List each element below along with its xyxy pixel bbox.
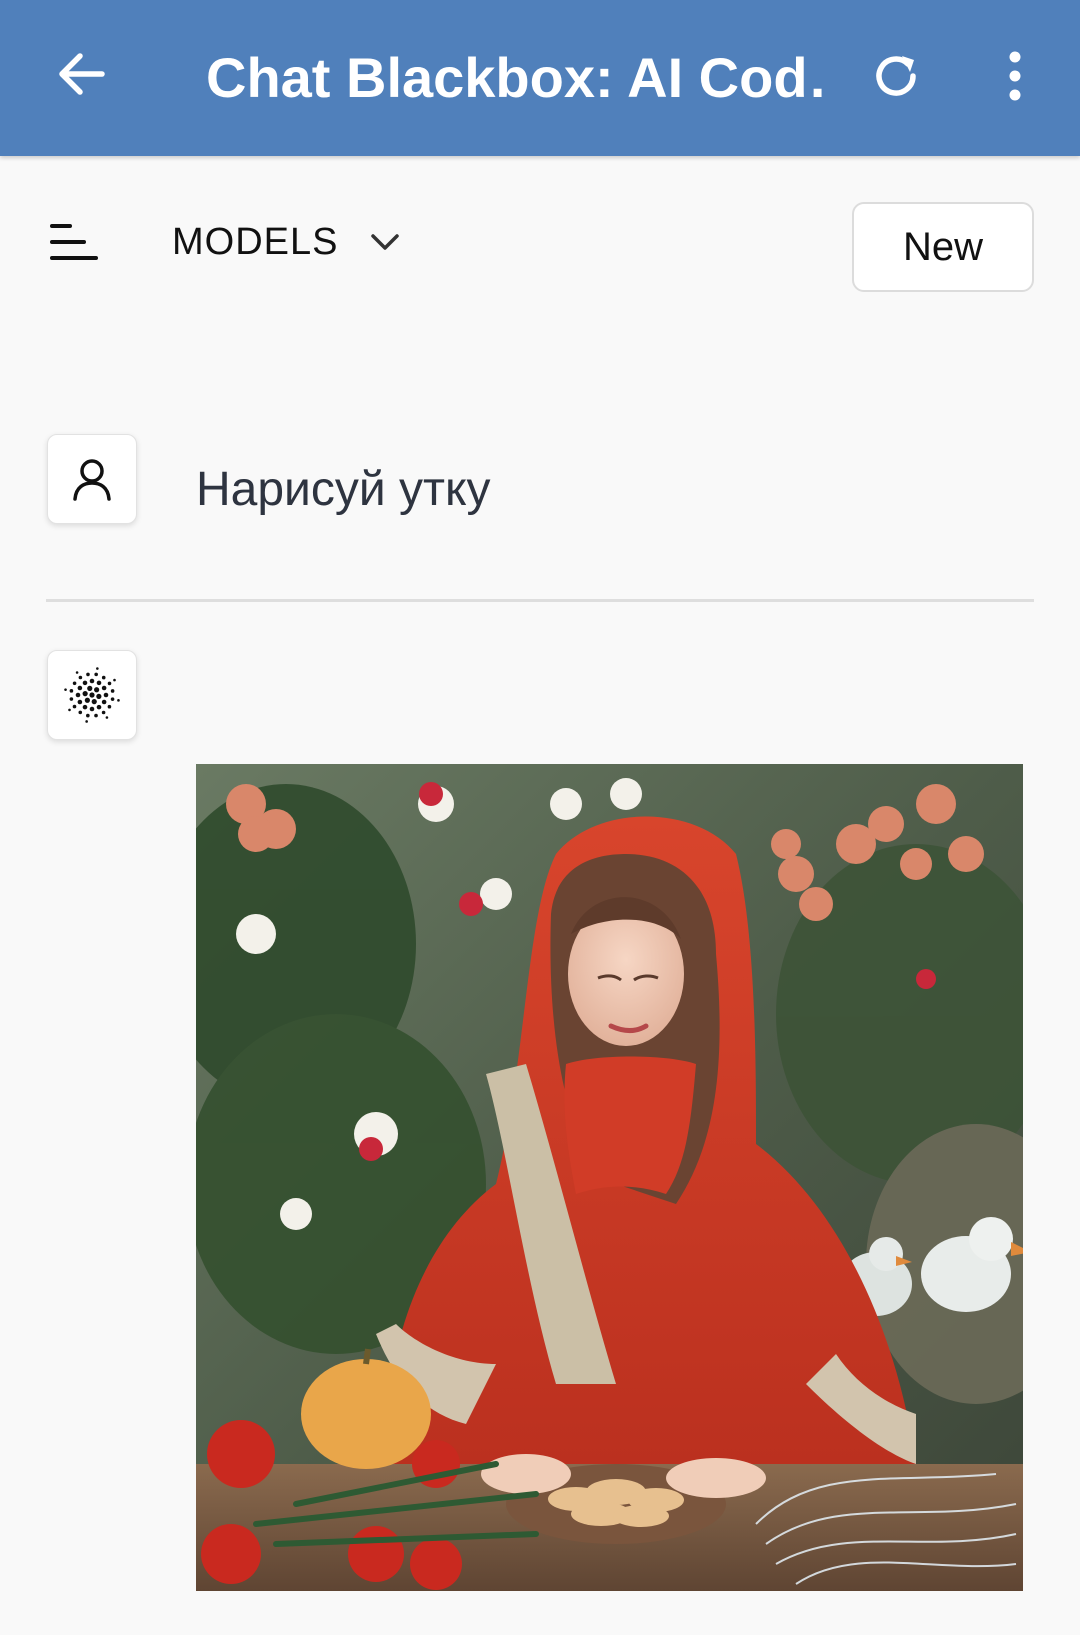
models-label: MODELS: [172, 220, 339, 263]
sidebar-menu-icon: [50, 224, 98, 260]
generated-image[interactable]: [196, 764, 1023, 1591]
blackbox-logo-icon: [64, 667, 120, 723]
models-dropdown[interactable]: MODELS: [172, 216, 402, 268]
refresh-button[interactable]: [862, 42, 930, 110]
more-vertical-icon: [1009, 51, 1021, 101]
app-bar: Chat Blackbox: AI Cod…: [0, 0, 1080, 156]
sidebar-toggle-button[interactable]: [44, 212, 104, 272]
new-chat-button[interactable]: New: [852, 202, 1034, 292]
chat-toolbar: MODELS New: [0, 156, 1080, 346]
back-button[interactable]: [48, 42, 112, 106]
chevron-down-icon: [368, 225, 402, 259]
more-options-button[interactable]: [985, 42, 1045, 110]
user-icon: [73, 459, 111, 501]
user-message-text: Нарисуй утку: [196, 463, 491, 516]
message-divider: [46, 599, 1034, 602]
arrow-left-icon: [59, 53, 105, 95]
page-title: Chat Blackbox: AI Cod…: [206, 46, 826, 109]
generated-image-artwork: [196, 764, 1023, 1591]
refresh-icon: [876, 56, 916, 96]
user-avatar: [47, 434, 137, 524]
assistant-avatar: [47, 650, 137, 740]
